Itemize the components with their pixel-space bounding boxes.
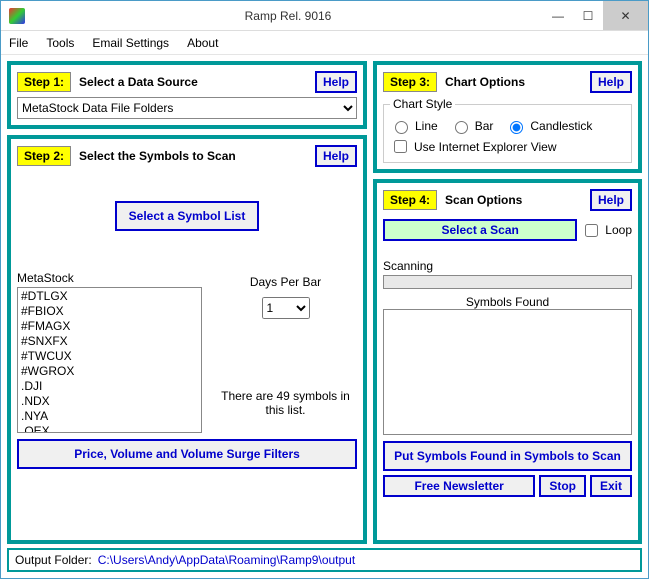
step1-panel: Step 1: Select a Data Source Help MetaSt… [7,61,367,129]
chart-style-legend: Chart Style [390,97,455,111]
ie-view-label: Use Internet Explorer View [414,140,557,154]
window-title: Ramp Rel. 9016 [33,9,543,23]
step4-badge: Step 4: [383,190,437,210]
output-folder-path[interactable]: C:\Users\Andy\AppData\Roaming\Ramp9\outp… [98,553,355,567]
loop-checkbox[interactable] [585,224,598,237]
output-folder-row: Output Folder: C:\Users\Andy\AppData\Roa… [7,548,642,572]
scan-progress [383,275,632,289]
step4-help-button[interactable]: Help [590,189,632,211]
put-symbols-button[interactable]: Put Symbols Found in Symbols to Scan [383,441,632,471]
days-per-bar-label: Days Per Bar [214,275,357,289]
select-symbol-list-button[interactable]: Select a Symbol List [115,201,260,231]
chart-style-candlestick-radio[interactable] [510,121,523,134]
exit-button[interactable]: Exit [590,475,632,497]
minimize-button[interactable]: — [543,1,573,30]
step3-panel: Step 3: Chart Options Help Chart Style L… [373,61,642,173]
list-item[interactable]: #FBIOX [21,304,198,319]
newsletter-button[interactable]: Free Newsletter [383,475,535,497]
output-folder-label: Output Folder: [15,553,92,567]
chart-style-line-radio[interactable] [395,121,408,134]
titlebar: Ramp Rel. 9016 — ☐ ✕ [1,1,648,31]
list-item[interactable]: #WGROX [21,364,198,379]
step4-panel: Step 4: Scan Options Help Select a Scan … [373,179,642,544]
step2-panel: Step 2: Select the Symbols to Scan Help … [7,135,367,544]
step2-label: Select the Symbols to Scan [79,149,307,163]
app-icon [9,8,25,24]
list-item[interactable]: .NDX [21,394,198,409]
list-item[interactable]: #DTLGX [21,289,198,304]
menu-tools[interactable]: Tools [46,36,74,50]
step1-badge: Step 1: [17,72,71,92]
symbols-found-label: Symbols Found [383,295,632,309]
menubar: File Tools Email Settings About [1,31,648,55]
step2-help-button[interactable]: Help [315,145,357,167]
list-item[interactable]: .OEX [21,424,198,433]
symbols-found-listbox[interactable] [383,309,632,435]
days-per-bar-select[interactable]: 1 [262,297,310,319]
chart-style-bar-label: Bar [475,119,494,133]
menu-file[interactable]: File [9,36,28,50]
menu-email-settings[interactable]: Email Settings [92,36,169,50]
step3-badge: Step 3: [383,72,437,92]
list-item[interactable]: #SNXFX [21,334,198,349]
filters-button[interactable]: Price, Volume and Volume Surge Filters [17,439,357,469]
step4-label: Scan Options [445,193,582,207]
list-item[interactable]: #FMAGX [21,319,198,334]
step1-label: Select a Data Source [79,75,307,89]
list-item[interactable]: .NYA [21,409,198,424]
main-window: Ramp Rel. 9016 — ☐ ✕ File Tools Email Se… [0,0,649,579]
list-item[interactable]: .DJI [21,379,198,394]
scanning-label: Scanning [383,259,632,273]
list-item[interactable]: #TWCUX [21,349,198,364]
chart-style-line-label: Line [415,119,438,133]
loop-label: Loop [605,223,632,237]
stop-button[interactable]: Stop [539,475,586,497]
close-button[interactable]: ✕ [603,1,648,30]
ie-view-checkbox[interactable] [394,140,407,153]
step2-badge: Step 2: [17,146,71,166]
chart-style-group: Chart Style Line Bar Candlestick Use Int… [383,97,632,163]
select-scan-button[interactable]: Select a Scan [383,219,577,241]
step3-label: Chart Options [445,75,582,89]
menu-about[interactable]: About [187,36,218,50]
symbol-listbox[interactable]: #DTLGX #FBIOX #FMAGX #SNXFX #TWCUX #WGRO… [17,287,202,433]
step3-help-button[interactable]: Help [590,71,632,93]
data-source-select[interactable]: MetaStock Data File Folders [17,97,357,119]
chart-style-bar-radio[interactable] [455,121,468,134]
step1-help-button[interactable]: Help [315,71,357,93]
chart-style-candlestick-label: Candlestick [530,119,592,133]
symbol-list-caption: MetaStock [17,271,202,285]
symbol-count-message: There are 49 symbols in this list. [214,389,357,417]
maximize-button[interactable]: ☐ [573,1,603,30]
